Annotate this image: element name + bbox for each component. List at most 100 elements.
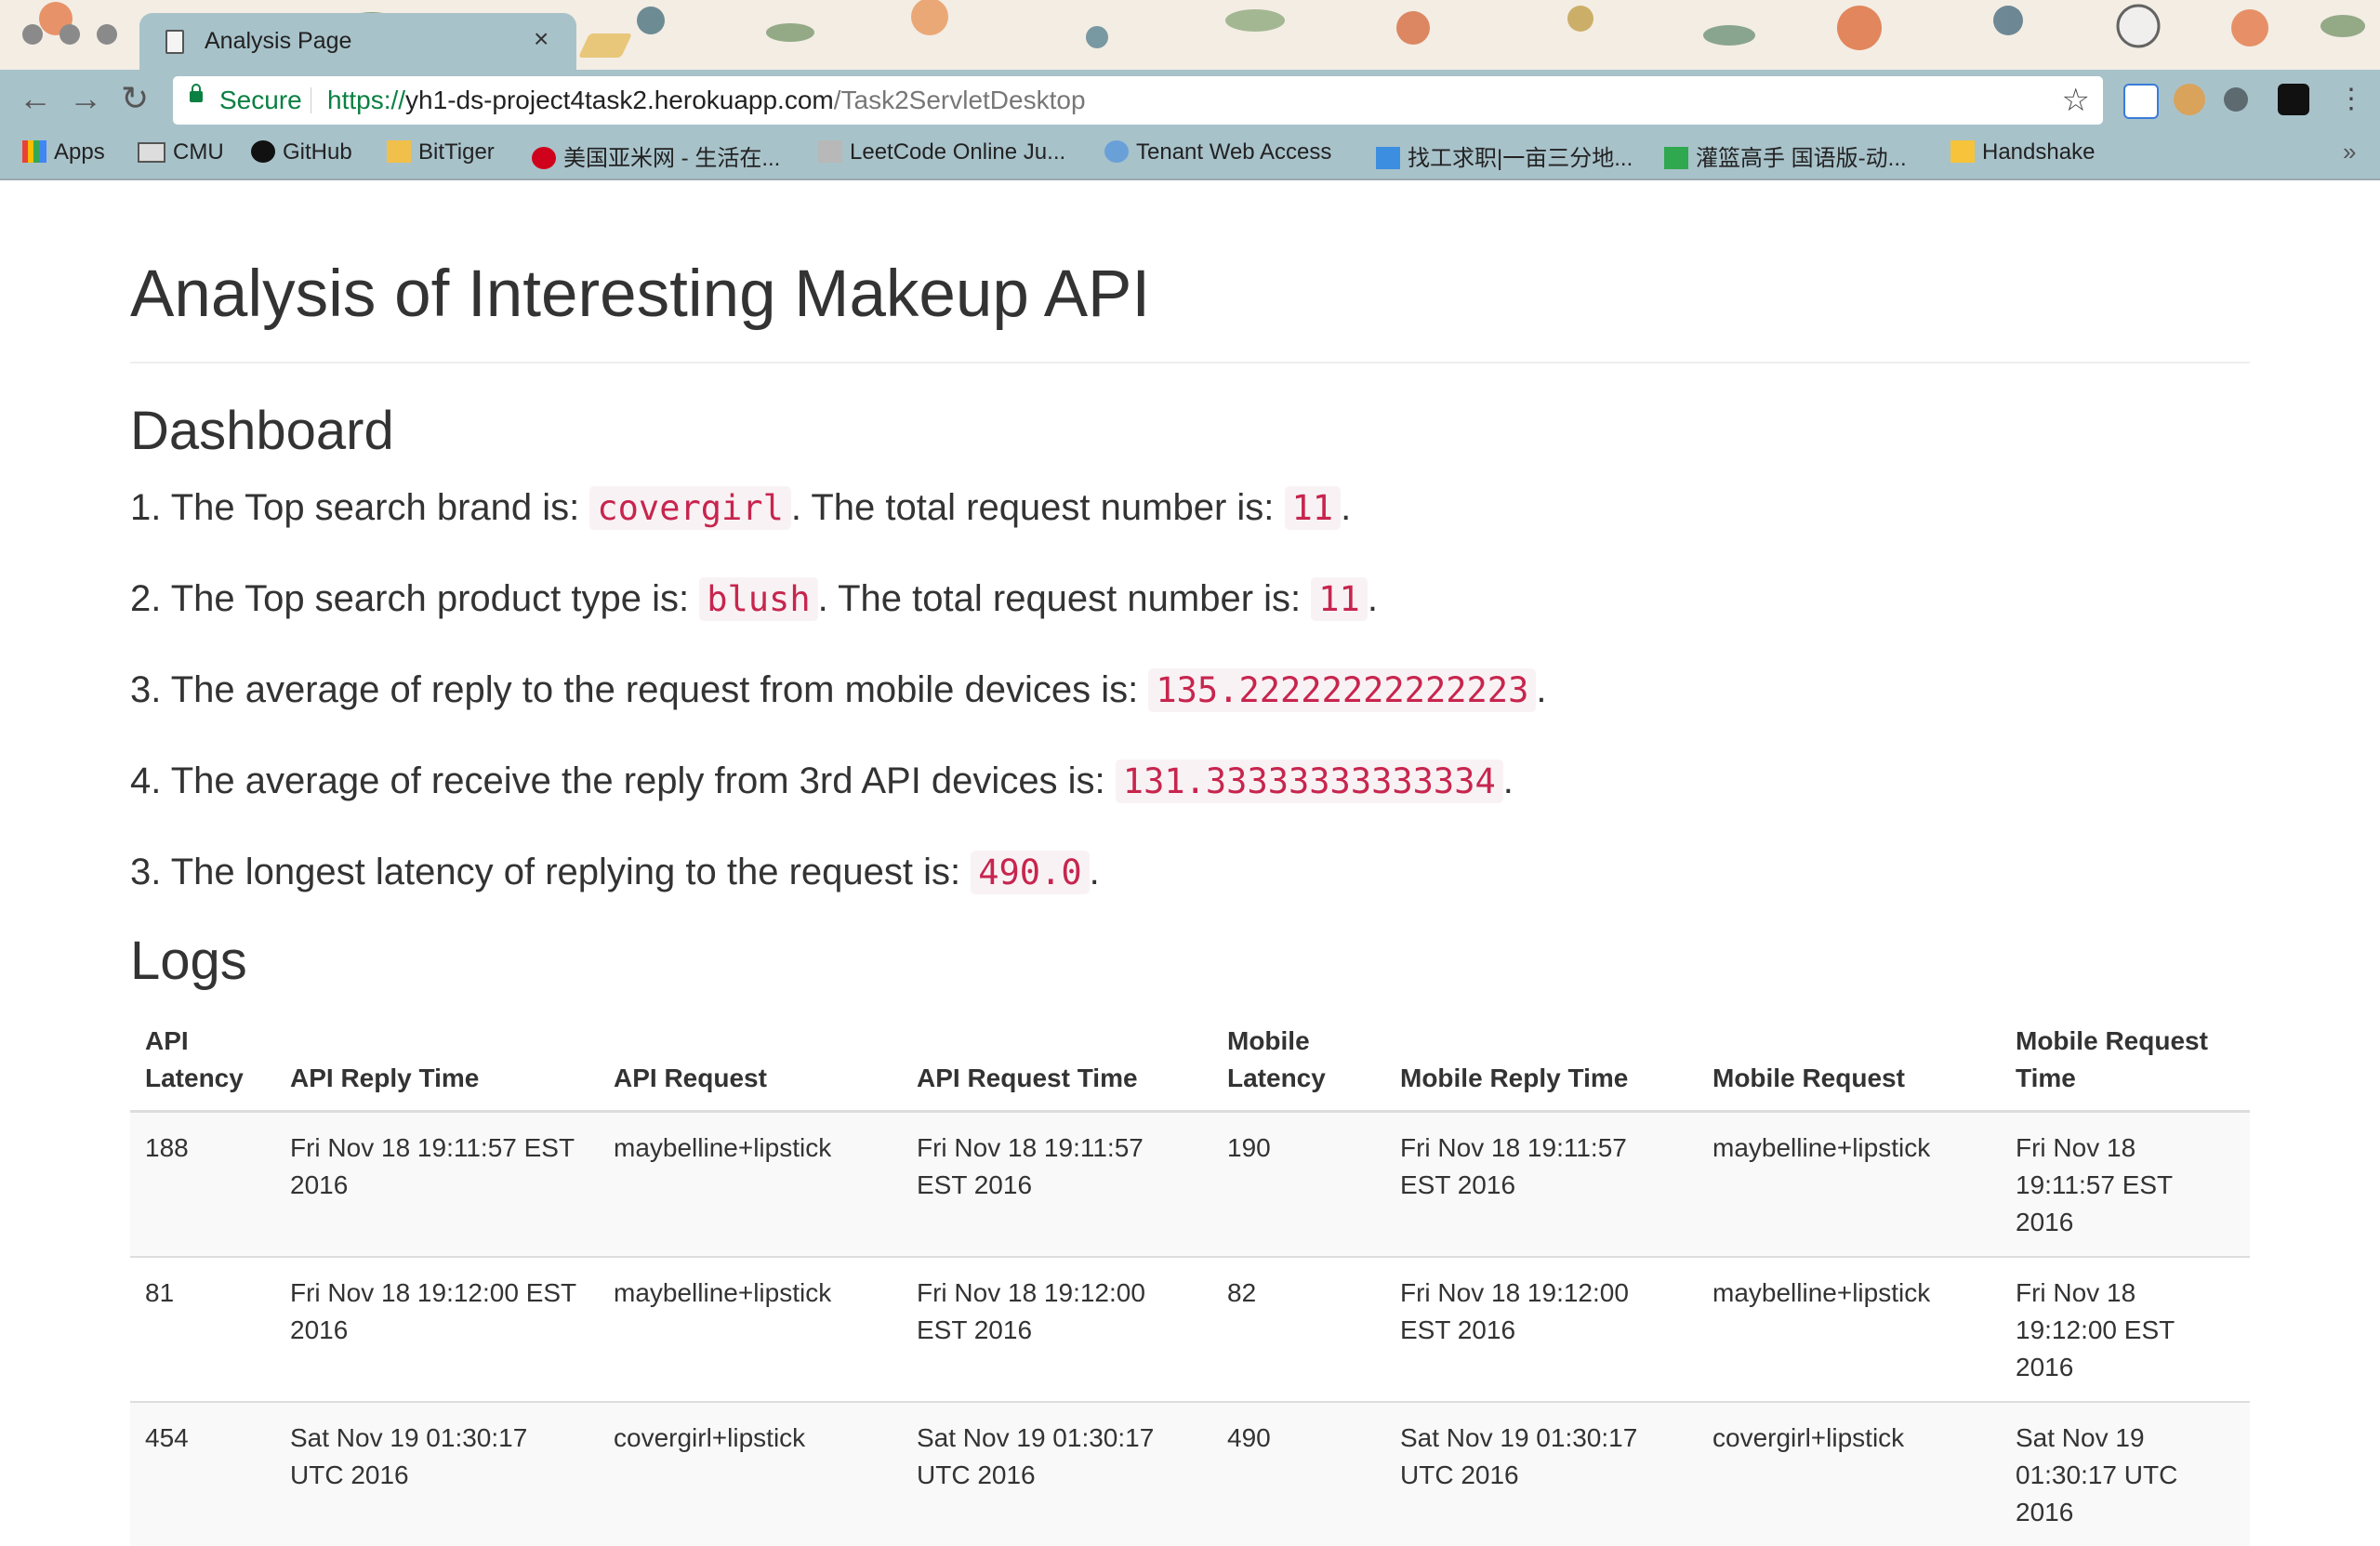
top-brand-count: 11 — [1284, 486, 1342, 530]
address-bar[interactable]: Secure https://yh1-ds-project4task2.hero… — [173, 76, 2103, 125]
table-cell: Fri Nov 18 19:11:57 EST 2016 — [902, 1110, 1212, 1257]
bookmark-handshake[interactable]: Handshake — [1950, 139, 2095, 165]
table-cell: Fri Nov 18 19:11:57 EST 2016 — [1385, 1110, 1698, 1257]
dashboard-text: . — [1502, 760, 1514, 801]
table-cell: 490 — [1212, 1401, 1385, 1546]
chrome-divider — [0, 178, 2380, 180]
bookmarks-bar: Apps CMU GitHub BitTiger 美国亚米网 - 生活在... … — [0, 132, 2380, 178]
bookmark-tenant-web-access[interactable]: Tenant Web Access — [1104, 139, 1331, 165]
bookmark-slam-dunk[interactable]: 灌篮高手 国语版-动... — [1664, 139, 1907, 172]
api-average-value: 131.33333333333334 — [1115, 760, 1503, 803]
table-cell: Sat Nov 19 01:30:17 UTC 2016 — [1385, 1401, 1698, 1546]
globe-icon — [1104, 140, 1129, 163]
table-cell: covergirl+lipstick — [1698, 1401, 2001, 1546]
close-window-button[interactable] — [22, 24, 43, 45]
table-cell: 454 — [130, 1401, 275, 1546]
column-header: API Reply Time — [275, 1015, 599, 1113]
bookmark-cmu[interactable]: CMU — [138, 139, 224, 165]
url-scheme: https:// — [327, 86, 406, 114]
bookmark-apps[interactable]: Apps — [22, 139, 105, 165]
table-cell: maybelline+lipstick — [599, 1110, 902, 1257]
lock-icon — [190, 84, 203, 102]
dashboard-text: 1. The Top search brand is: — [130, 487, 590, 528]
reload-icon[interactable]: ↻ — [121, 80, 149, 117]
tab-close-icon[interactable]: × — [534, 24, 549, 54]
dashboard-text: . — [1367, 578, 1378, 619]
extension-shield-icon[interactable] — [2123, 84, 2159, 119]
dashboard-heading: Dashboard — [130, 401, 394, 461]
table-cell: maybelline+lipstick — [1698, 1110, 2001, 1257]
bookmark-label: 找工求职|一亩三分地... — [1408, 146, 1633, 171]
table-cell: 81 — [130, 1256, 275, 1402]
table-cell: 188 — [130, 1110, 275, 1257]
mobile-average-value: 135.22222222222223 — [1148, 668, 1537, 712]
url-text[interactable]: https://yh1-ds-project4task2.herokuapp.c… — [327, 86, 1086, 115]
table-row: 454 Sat Nov 19 01:30:17 UTC 2016 covergi… — [130, 1401, 2250, 1546]
bookmark-label: 美国亚米网 - 生活在... — [563, 146, 781, 171]
bookmarks-overflow-icon[interactable]: » — [2343, 138, 2356, 166]
table-cell: covergirl+lipstick — [599, 1401, 902, 1546]
dashboard-text: . — [1536, 669, 1547, 710]
table-cell: maybelline+lipstick — [599, 1256, 902, 1402]
table-cell: 190 — [1212, 1110, 1385, 1257]
logs-heading: Logs — [130, 931, 247, 991]
column-header: API Request Time — [902, 1015, 1212, 1113]
table-cell: Fri Nov 18 19:12:00 EST 2016 — [1385, 1256, 1698, 1402]
extension-cookie-icon[interactable] — [2174, 84, 2205, 115]
dashboard-item-mobile-average: 3. The average of reply to the request f… — [130, 664, 1546, 717]
bookmark-label: Apps — [54, 139, 105, 165]
extension-jetbrains-icon[interactable] — [2278, 84, 2309, 115]
page-icon — [165, 30, 184, 54]
bookmark-label: 灌篮高手 国语版-动... — [1696, 146, 1907, 171]
dashboard-text: 3. The average of reply to the request f… — [130, 669, 1149, 710]
longest-latency-value: 490.0 — [971, 851, 1090, 894]
extension-pen-icon[interactable] — [2224, 87, 2248, 112]
browser-menu-icon[interactable]: ⋮ — [2337, 82, 2365, 117]
dashboard-text: 4. The average of receive the reply from… — [130, 760, 1116, 801]
table-row: 188 Fri Nov 18 19:11:57 EST 2016 maybell… — [130, 1110, 2250, 1257]
column-header: Mobile Request — [1698, 1015, 2001, 1113]
dashboard-text: . — [1089, 852, 1100, 892]
column-header: API Request — [599, 1015, 902, 1113]
github-icon — [251, 140, 275, 163]
zoom-window-button[interactable] — [97, 24, 117, 45]
minimize-window-button[interactable] — [60, 24, 80, 45]
handshake-icon — [1950, 140, 1975, 163]
bookmark-label: BitTiger — [418, 139, 495, 165]
folder-icon — [138, 142, 165, 163]
table-cell: maybelline+lipstick — [1698, 1256, 2001, 1402]
bookmark-label: GitHub — [283, 139, 352, 165]
bookmark-yamibuy[interactable]: 美国亚米网 - 生活在... — [532, 139, 780, 172]
dashboard-item-longest-latency: 3. The longest latency of replying to th… — [130, 846, 1100, 899]
dashboard-item-top-brand: 1. The Top search brand is: covergirl. T… — [130, 482, 1351, 535]
bookmark-star-icon[interactable]: ☆ — [2062, 82, 2090, 119]
table-cell: Fri Nov 18 19:11:57 EST 2016 — [2001, 1110, 2250, 1257]
bookmark-1point3acres[interactable]: 找工求职|一亩三分地... — [1376, 139, 1633, 172]
table-cell: Sat Nov 19 01:30:17 UTC 2016 — [2001, 1401, 2250, 1546]
bookmark-label: LeetCode Online Ju... — [850, 139, 1066, 165]
browser-tab[interactable]: Analysis Page × — [139, 13, 576, 71]
dashboard-text: . The total request number is: — [817, 578, 1312, 619]
bookmark-label: Handshake — [1982, 139, 2096, 165]
bookmark-bittiger[interactable]: BitTiger — [387, 139, 495, 165]
bookmark-label: CMU — [173, 139, 224, 165]
bookmark-leetcode[interactable]: LeetCode Online Ju... — [818, 139, 1065, 165]
bookmark-github[interactable]: GitHub — [251, 139, 352, 165]
tab-title: Analysis Page — [205, 28, 352, 54]
forward-arrow-icon[interactable]: → — [69, 80, 102, 117]
column-header: Mobile Request Time — [2001, 1015, 2250, 1113]
apps-grid-icon — [22, 140, 46, 163]
table-cell: Fri Nov 18 19:12:00 EST 2016 — [902, 1256, 1212, 1402]
back-arrow-icon[interactable]: ← — [19, 80, 52, 117]
leetcode-icon — [818, 140, 842, 163]
dashboard-text: 2. The Top search product type is: — [130, 578, 700, 619]
bookmark-label: Tenant Web Access — [1136, 139, 1332, 165]
dashboard-text: . The total request number is: — [790, 487, 1285, 528]
table-cell: Fri Nov 18 19:11:57 EST 2016 — [275, 1110, 599, 1257]
logs-table: API Latency API Reply Time API Request A… — [130, 1015, 2250, 1546]
url-path: /Task2ServletDesktop — [833, 86, 1086, 114]
table-header-row: API Latency API Reply Time API Request A… — [130, 1015, 2250, 1113]
tv-icon — [1664, 147, 1688, 169]
dashboard-text: . — [1341, 487, 1352, 528]
top-product-type-value: blush — [699, 577, 818, 621]
